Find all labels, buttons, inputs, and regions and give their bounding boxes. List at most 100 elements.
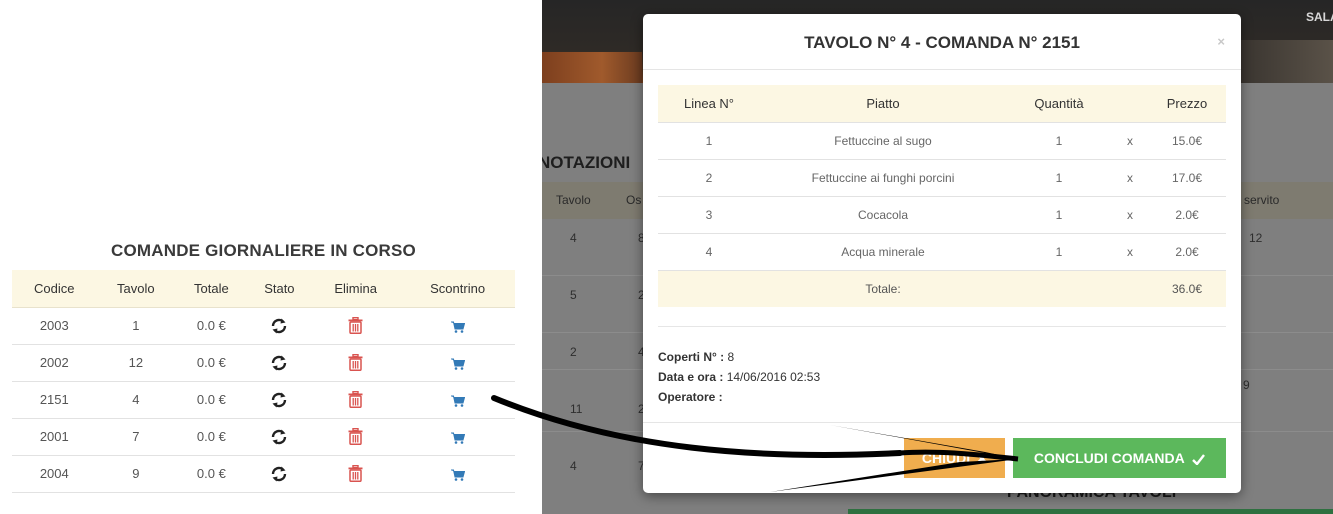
order-item-row: 2 Fettuccine ai funghi porcini 1 x 17.0€ bbox=[658, 158, 1226, 196]
order-modal: TAVOLO N° 4 - COMANDA N° 2151 × Linea N°… bbox=[643, 14, 1241, 493]
background-green-strip bbox=[848, 509, 1333, 514]
item-quantita: 1 bbox=[1006, 121, 1112, 159]
total-empty-cell bbox=[1006, 269, 1112, 307]
modal-close-icon[interactable]: × bbox=[1217, 34, 1225, 49]
item-piatto: Cocacola bbox=[760, 195, 1006, 233]
column-header-elimina: Elimina bbox=[311, 270, 401, 308]
info-data: Data e ora : 14/06/2016 02:53 bbox=[658, 370, 820, 384]
background-cell-tavolo: 4 bbox=[570, 231, 577, 245]
cell-tavolo: 9 bbox=[96, 455, 176, 493]
refresh-icon[interactable] bbox=[270, 465, 288, 483]
cell-elimina bbox=[311, 455, 401, 493]
trash-icon[interactable] bbox=[348, 428, 363, 446]
refresh-icon[interactable] bbox=[270, 391, 288, 409]
background-section-title: NOTAZIONI bbox=[542, 153, 631, 172]
item-quantita: 1 bbox=[1006, 232, 1112, 270]
coperti-value: 8 bbox=[727, 350, 735, 364]
cell-stato bbox=[247, 381, 312, 419]
conclude-button-label: CONCLUDI COMANDA bbox=[1033, 450, 1185, 466]
trash-icon[interactable] bbox=[348, 465, 363, 483]
item-prezzo: 17.0€ bbox=[1148, 158, 1226, 196]
order-item-row: 3 Cocacola 1 x 2.0€ bbox=[658, 195, 1226, 233]
background-header-tavolo: Tavolo bbox=[556, 193, 591, 207]
cell-scontrino bbox=[400, 307, 515, 345]
cell-tavolo: 7 bbox=[96, 418, 176, 456]
trash-icon[interactable] bbox=[348, 354, 363, 372]
cell-totale: 0.0 € bbox=[175, 344, 248, 382]
item-prezzo: 15.0€ bbox=[1148, 121, 1226, 159]
cart-icon[interactable] bbox=[450, 321, 465, 333]
check-icon bbox=[1192, 454, 1206, 465]
background-cell-tavolo: 2 bbox=[570, 345, 577, 359]
table-row: 2151 4 0.0 € bbox=[12, 381, 515, 419]
refresh-icon[interactable] bbox=[270, 317, 288, 335]
trash-icon[interactable] bbox=[348, 391, 363, 409]
refresh-icon[interactable] bbox=[270, 428, 288, 446]
column-header-linea: Linea N° bbox=[658, 85, 760, 122]
cell-elimina bbox=[311, 381, 401, 419]
cell-elimina bbox=[311, 418, 401, 456]
item-linea: 3 bbox=[658, 195, 760, 233]
total-empty-cell bbox=[658, 269, 760, 307]
column-header-tavolo: Tavolo bbox=[96, 270, 176, 308]
table-row: 2003 1 0.0 € bbox=[12, 307, 515, 345]
table-row: 2002 12 0.0 € bbox=[12, 344, 515, 382]
item-piatto: Acqua minerale bbox=[760, 232, 1006, 270]
cell-elimina bbox=[311, 344, 401, 382]
cart-icon[interactable] bbox=[450, 432, 465, 444]
item-piatto: Fettuccine al sugo bbox=[760, 121, 1006, 159]
total-value: 36.0€ bbox=[1148, 269, 1226, 307]
total-label: Totale: bbox=[760, 269, 1006, 307]
cell-codice: 2002 bbox=[12, 344, 97, 382]
column-header-scontrino: Scontrino bbox=[400, 270, 515, 308]
item-linea: 4 bbox=[658, 232, 760, 270]
close-button[interactable]: CHIUDI ✖ bbox=[904, 438, 1005, 478]
items-header-row: Linea N° Piatto Quantità Prezzo bbox=[658, 85, 1226, 122]
cell-totale: 0.0 € bbox=[175, 455, 248, 493]
cell-codice: 2151 bbox=[12, 381, 97, 419]
order-item-row: 1 Fettuccine al sugo 1 x 15.0€ bbox=[658, 121, 1226, 159]
cell-codice: 2004 bbox=[12, 455, 97, 493]
info-operatore: Operatore : bbox=[658, 390, 723, 404]
cart-icon[interactable] bbox=[450, 358, 465, 370]
cell-codice: 2001 bbox=[12, 418, 97, 456]
cell-tavolo: 12 bbox=[96, 344, 176, 382]
cell-tavolo: 4 bbox=[96, 381, 176, 419]
background-cell-tavolo: 4 bbox=[570, 459, 577, 473]
cell-totale: 0.0 € bbox=[175, 307, 248, 345]
modal-header: TAVOLO N° 4 - COMANDA N° 2151 × bbox=[643, 14, 1241, 70]
table-header-row: Codice Tavolo Totale Stato Elimina Scont… bbox=[12, 270, 515, 308]
trash-icon[interactable] bbox=[348, 317, 363, 335]
background-cell-servito: 12 bbox=[1249, 231, 1263, 245]
total-empty-cell bbox=[1112, 269, 1148, 307]
item-multiply: x bbox=[1112, 121, 1148, 159]
column-header-totale: Totale bbox=[175, 270, 248, 308]
column-header-prezzo: Prezzo bbox=[1148, 85, 1226, 122]
cart-icon[interactable] bbox=[450, 395, 465, 407]
times-icon: ✖ bbox=[977, 452, 988, 466]
item-piatto: Fettuccine ai funghi porcini bbox=[760, 158, 1006, 196]
conclude-order-button[interactable]: CONCLUDI COMANDA bbox=[1013, 438, 1226, 478]
daily-orders-table: Codice Tavolo Totale Stato Elimina Scont… bbox=[12, 270, 515, 493]
table-row: 2001 7 0.0 € bbox=[12, 418, 515, 456]
cell-totale: 0.0 € bbox=[175, 381, 248, 419]
background-cell-servito: 9 bbox=[1243, 378, 1250, 392]
column-header-piatto: Piatto bbox=[760, 85, 1006, 122]
coperti-label: Coperti N° : bbox=[658, 350, 725, 364]
item-prezzo: 2.0€ bbox=[1148, 232, 1226, 270]
modal-divider bbox=[658, 326, 1226, 327]
item-multiply: x bbox=[1112, 232, 1148, 270]
nav-item-sala[interactable]: SALA bbox=[1306, 10, 1333, 24]
item-multiply: x bbox=[1112, 195, 1148, 233]
refresh-icon[interactable] bbox=[270, 354, 288, 372]
cart-icon[interactable] bbox=[450, 469, 465, 481]
order-items-table: Linea N° Piatto Quantità Prezzo 1 Fettucc… bbox=[658, 85, 1226, 307]
column-header-stato: Stato bbox=[247, 270, 312, 308]
item-quantita: 1 bbox=[1006, 195, 1112, 233]
item-linea: 2 bbox=[658, 158, 760, 196]
daily-orders-panel: COMANDE GIORNALIERE IN CORSO Codice Tavo… bbox=[0, 0, 542, 514]
background-header-servito: servito bbox=[1244, 193, 1280, 207]
daily-orders-title: COMANDE GIORNALIERE IN CORSO bbox=[110, 241, 416, 260]
data-value: 14/06/2016 02:53 bbox=[726, 370, 821, 384]
table-row: 2004 9 0.0 € bbox=[12, 455, 515, 493]
